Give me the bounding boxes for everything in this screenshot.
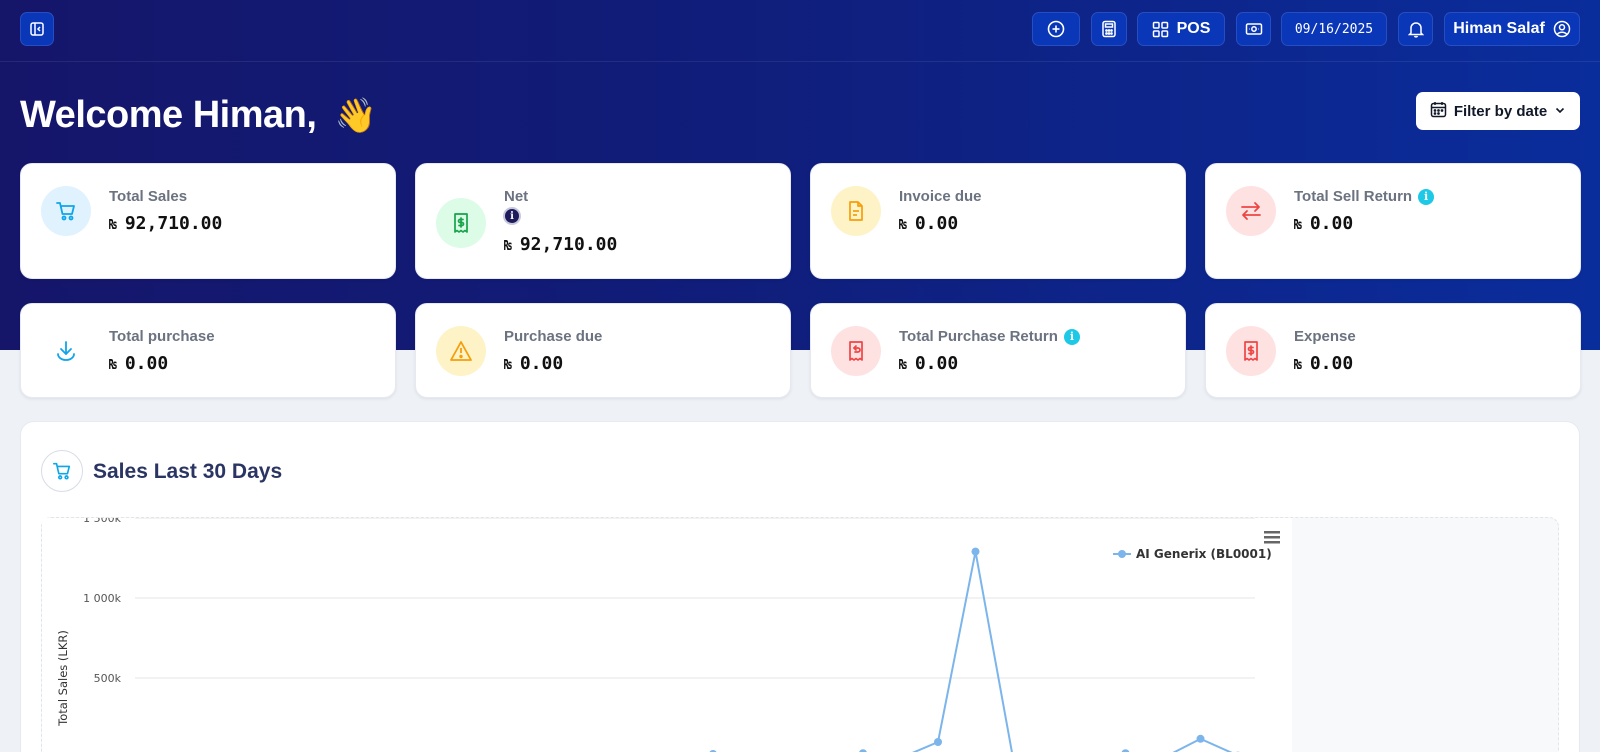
card-value: ₨ 0.00 [899, 213, 959, 234]
download-icon [41, 326, 91, 376]
cash-register-button[interactable] [1236, 12, 1271, 46]
welcome-text: Welcome Himan, [20, 94, 317, 136]
card-value: ₨ 0.00 [1294, 353, 1354, 374]
legend[interactable]: AI Generix (BL0001) [1113, 547, 1272, 561]
calculator-icon [1101, 20, 1117, 38]
card-value: ₨ 0.00 [504, 353, 564, 374]
info-icon[interactable]: i [1418, 188, 1435, 205]
notifications-button[interactable] [1398, 12, 1433, 46]
data-point[interactable] [934, 738, 942, 746]
filter-by-date-button[interactable]: Filter by date [1416, 92, 1580, 130]
card-value: ₨ 0.00 [1294, 213, 1354, 234]
money-icon [1245, 22, 1263, 36]
user-menu-button[interactable]: Himan Salaf [1444, 12, 1580, 46]
stat-card-total-purchase: Total purchase ₨ 0.00 [20, 303, 396, 398]
warning-icon [436, 326, 486, 376]
card-label: Total Purchase Return i [899, 328, 1080, 345]
card-value: ₨ 92,710.00 [109, 213, 223, 234]
sidebar-toggle-button[interactable] [20, 12, 54, 46]
cart-icon [41, 450, 83, 492]
arrows-exchange-icon [1226, 186, 1276, 236]
filter-label: Filter by date [1453, 102, 1548, 120]
sales-line-chart: 500k 1 000k 1 500k Total Sales (LKR) AI Ge… [42, 518, 1292, 752]
stat-card-total-sell-return: Total Sell Return i ₨ 0.00 [1205, 163, 1581, 279]
legend-label: AI Generix (BL0001) [1136, 547, 1272, 561]
chart-menu-icon[interactable] [1264, 531, 1280, 544]
welcome-heading: Welcome Himan, 👋 [20, 94, 377, 137]
stat-card-net: Net ₨ 92,710.00 [415, 163, 791, 279]
data-point[interactable] [1196, 734, 1205, 743]
chevron-down-icon [1554, 103, 1566, 120]
calculator-button[interactable] [1091, 12, 1127, 46]
y-tick-label: 1 000k [83, 592, 121, 605]
receipt-return-icon [831, 326, 881, 376]
bell-icon [1407, 20, 1424, 38]
top-navbar: POS 09/16/2025 Himan Salaf [0, 0, 1600, 62]
stat-card-total-purchase-return: Total Purchase Return i ₨ 0.00 [810, 303, 1186, 398]
y-tick-label: 500k [94, 672, 122, 685]
user-name: Himan Salaf [1453, 20, 1545, 37]
pos-button[interactable]: POS [1137, 12, 1225, 46]
panel-title: Sales Last 30 Days [93, 460, 283, 483]
sidebar-toggle-icon [29, 21, 45, 37]
stat-card-total-sales: Total Sales ₨ 92,710.00 [20, 163, 396, 279]
y-tick-label: 1 500k [83, 518, 121, 525]
y-axis-label: Total Sales (LKR) [56, 630, 70, 727]
net-info-icon[interactable]: i [503, 207, 521, 225]
grid-icon [1152, 21, 1169, 38]
current-date: 09/16/2025 [1294, 21, 1374, 37]
pos-label: POS [1176, 20, 1211, 37]
plus-circle-icon [1047, 20, 1065, 38]
receipt-dollar-icon [436, 198, 486, 248]
card-label: Total purchase [109, 328, 215, 345]
card-value: ₨ 92,710.00 [504, 234, 618, 255]
plot-background [42, 518, 1292, 752]
card-label: Expense [1294, 328, 1356, 345]
card-label: Net [504, 188, 529, 205]
current-date-button[interactable]: 09/16/2025 [1281, 12, 1387, 46]
calendar-icon [1430, 101, 1447, 122]
card-label: Purchase due [504, 328, 603, 345]
stat-card-invoice-due: Invoice due ₨ 0.00 [810, 163, 1186, 279]
document-icon [831, 186, 881, 236]
data-point[interactable] [971, 547, 980, 556]
stat-card-expense: Expense ₨ 0.00 [1205, 303, 1581, 398]
card-value: ₨ 0.00 [109, 353, 169, 374]
legend-marker [1118, 550, 1126, 558]
user-circle-icon [1553, 20, 1571, 38]
add-button[interactable] [1032, 12, 1080, 46]
card-label: Total Sales [109, 188, 188, 205]
info-icon[interactable]: i [1063, 328, 1080, 345]
wave-emoji-icon: 👋 [334, 97, 377, 135]
receipt-dollar-icon [1226, 326, 1276, 376]
stat-card-purchase-due: Purchase due ₨ 0.00 [415, 303, 791, 398]
cart-icon [41, 186, 91, 236]
card-value: ₨ 0.00 [899, 353, 959, 374]
card-label: Invoice due [899, 188, 982, 205]
card-label: Total Sell Return i [1294, 188, 1435, 205]
